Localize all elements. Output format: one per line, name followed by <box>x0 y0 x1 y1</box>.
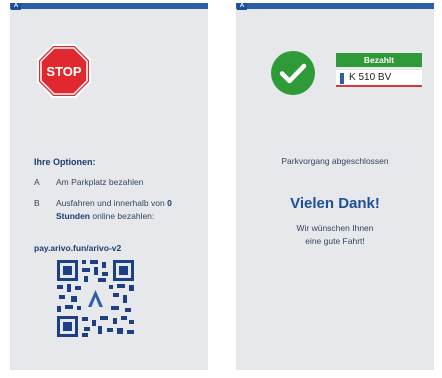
stop-sign-icon: STOP <box>37 44 91 98</box>
stop-label: STOP <box>46 64 81 79</box>
top-bar <box>10 3 208 9</box>
eu-flag-icon <box>340 73 344 84</box>
arivo-logo-icon: A <box>11 3 21 10</box>
checkmark-icon <box>271 51 315 95</box>
option-b-text-part3: online bezahlen: <box>90 211 155 221</box>
option-b-hours-unit: Stunden <box>56 211 90 221</box>
farewell-line-1: Wir wünschen Ihnen <box>296 223 374 233</box>
top-bar <box>236 3 434 9</box>
option-b-text: Ausfahren und innerhalb von 0 Stunden onl… <box>56 197 206 223</box>
payment-complete-screen: A Bezahlt K 510 BV Parkvorgang abgeschlo… <box>236 3 434 370</box>
license-plate-text: K 510 BV <box>349 72 392 83</box>
qr-code-icon[interactable] <box>57 260 134 337</box>
parking-status-text: Parkvorgang abgeschlossen <box>281 156 389 166</box>
farewell-message: Wir wünschen Ihnen eine gute Fahrt! <box>236 222 434 248</box>
option-a[interactable]: A Am Parkplatz bezahlen <box>34 176 204 189</box>
option-b-letter: B <box>34 198 40 208</box>
farewell-line-2: eine gute Fahrt! <box>305 236 365 246</box>
paid-status-badge: Bezahlt <box>336 53 422 67</box>
option-b-text-part1: Ausfahren und innerhalb von <box>56 198 168 208</box>
option-b[interactable]: B Ausfahren und innerhalb von 0 Stunden o… <box>34 197 204 237</box>
license-plate: K 510 BV <box>336 70 422 87</box>
option-a-letter: A <box>34 177 40 187</box>
parking-options-screen: A STOP Ihre Optionen: A Am Parkplatz bez… <box>10 3 208 370</box>
option-b-hours: 0 <box>167 198 172 208</box>
arivo-logo-icon: A <box>237 3 247 10</box>
option-a-text: Am Parkplatz bezahlen <box>56 177 144 187</box>
options-title: Ihre Optionen: <box>34 157 96 167</box>
payment-url-link[interactable]: pay.arivo.fun/arivo-v2 <box>34 243 121 253</box>
thank-you-heading: Vielen Dank! <box>290 195 380 212</box>
